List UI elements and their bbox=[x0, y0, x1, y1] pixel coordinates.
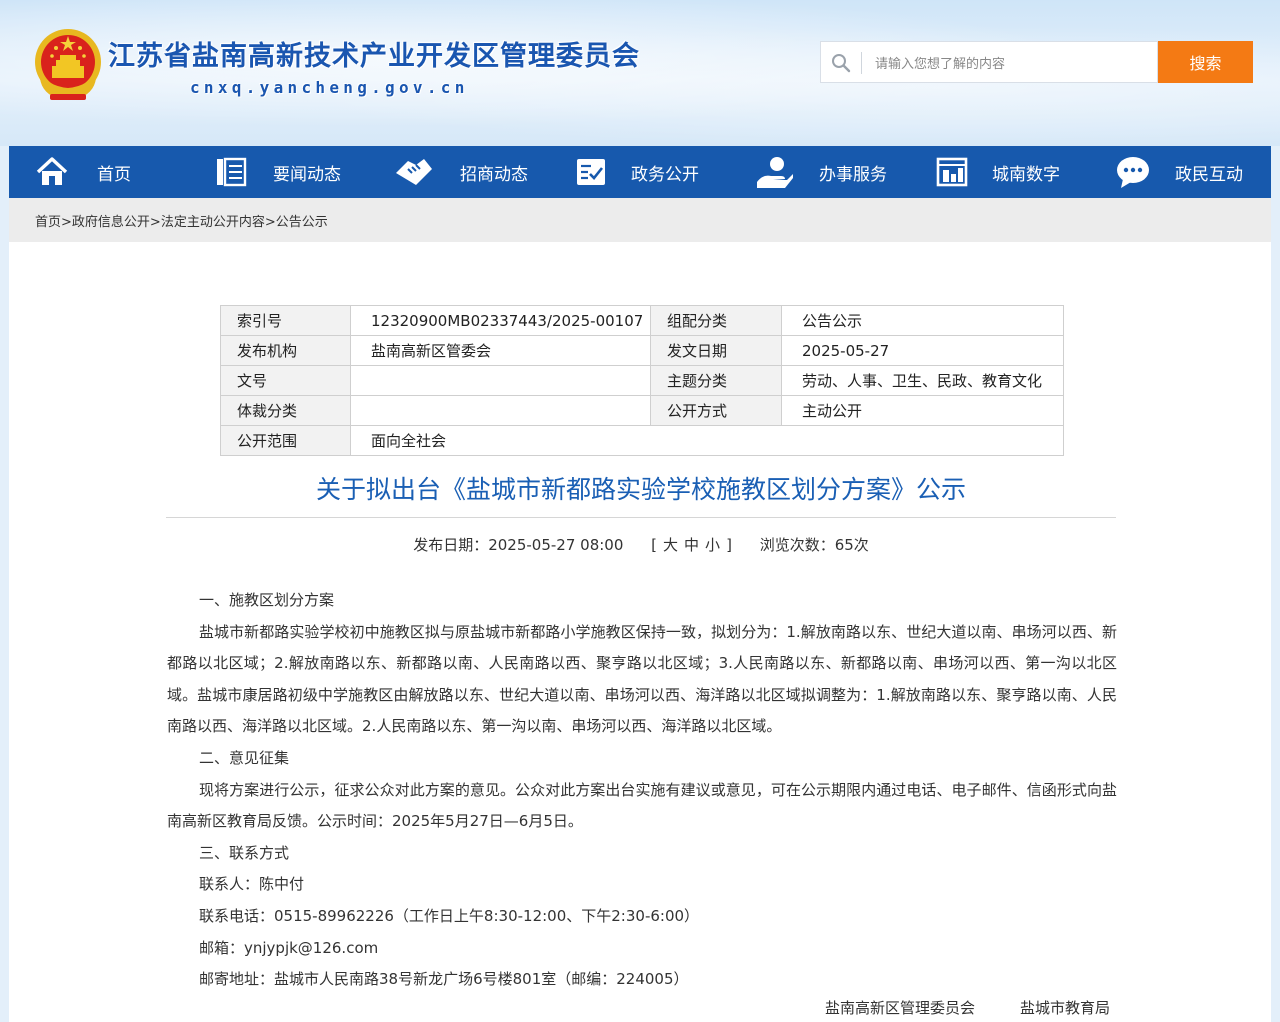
news-icon bbox=[215, 156, 247, 188]
nav-label-news: 要闻动态 bbox=[273, 164, 341, 185]
nav-item-digital[interactable]: 城南数字 bbox=[936, 146, 1060, 198]
scope-value: 面向全社会 bbox=[350, 425, 1064, 456]
font-medium-button[interactable]: 中 bbox=[684, 536, 699, 554]
search-icon bbox=[831, 53, 851, 73]
home-icon bbox=[35, 155, 69, 189]
issuer-value: 盐南高新区管委会 bbox=[350, 335, 651, 366]
font-bracket-open: [ bbox=[651, 536, 658, 554]
category-value: 公告公示 bbox=[781, 305, 1064, 336]
section-heading: 二、意见征集 bbox=[199, 748, 290, 767]
contact-phone: 联系电话：0515-89962226（工作日上午8:30-12:00、下午2:3… bbox=[199, 906, 700, 925]
nav-item-gov-affairs[interactable]: 政务公开 bbox=[575, 146, 699, 198]
meta-row: 发布机构 盐南高新区管委会 发文日期 2025-05-27 bbox=[220, 335, 1064, 366]
category-label: 组配分类 bbox=[650, 305, 782, 336]
service-hand-icon bbox=[755, 154, 795, 190]
breadcrumb-current[interactable]: 公告公示 bbox=[276, 211, 328, 230]
nav-label-home: 首页 bbox=[97, 164, 131, 185]
digital-city-icon bbox=[936, 156, 968, 188]
breadcrumb-gov-info[interactable]: 政府信息公开> bbox=[72, 211, 161, 230]
font-large-button[interactable]: 大 bbox=[663, 536, 678, 554]
search-divider bbox=[861, 52, 862, 74]
doc-no-label: 文号 bbox=[220, 365, 351, 396]
issue-date-label: 发文日期 bbox=[650, 335, 782, 366]
issue-date-value: 2025-05-27 bbox=[781, 335, 1064, 366]
nav-label-services: 办事服务 bbox=[819, 164, 887, 185]
scope-label: 公开范围 bbox=[220, 425, 351, 456]
nav-item-services[interactable]: 办事服务 bbox=[755, 146, 887, 198]
nav-item-interaction[interactable]: 政民互动 bbox=[1115, 146, 1243, 198]
contact-email: 邮箱：ynjypjk@126.com bbox=[199, 938, 379, 957]
paragraph: 盐城市新都路实验学校初中施教区拟与原盐城市新都路小学施教区保持一致，拟划分为：1… bbox=[167, 622, 1117, 736]
nav-item-home[interactable]: 首页 bbox=[35, 146, 131, 198]
section-heading: 三、联系方式 bbox=[199, 843, 290, 862]
breadcrumb: 首页> 政府信息公开> 法定主动公开内容> 公告公示 bbox=[9, 198, 1271, 242]
index-no-label: 索引号 bbox=[220, 305, 351, 336]
issuer-label: 发布机构 bbox=[220, 335, 351, 366]
nav-item-news[interactable]: 要闻动态 bbox=[215, 146, 341, 198]
nav-label-investment: 招商动态 bbox=[460, 164, 528, 185]
topic-label: 主题分类 bbox=[650, 365, 782, 396]
meta-row: 索引号 12320900MB02337443/2025-00107 组配分类 公… bbox=[220, 305, 1064, 336]
search-box bbox=[820, 41, 1158, 83]
font-bracket-close: ] bbox=[726, 536, 732, 554]
open-mode-value: 主动公开 bbox=[781, 395, 1064, 426]
view-count: 浏览次数：65次 bbox=[759, 536, 869, 554]
font-small-button[interactable]: 小 bbox=[705, 536, 720, 554]
contact-person: 联系人：陈中付 bbox=[199, 875, 305, 894]
meta-row: 文号 主题分类 劳动、人事、卫生、民政、教育文化 bbox=[220, 365, 1064, 396]
open-mode-label: 公开方式 bbox=[650, 395, 782, 426]
nav-label-interaction: 政民互动 bbox=[1175, 164, 1243, 185]
article-meta: 发布日期：2025-05-27 08:00 [ 大中小] 浏览次数：65次 bbox=[166, 534, 1116, 555]
doc-no-value bbox=[350, 365, 651, 396]
article-body: 一、施教区划分方案 盐城市新都路实验学校初中施教区拟与原盐城市新都路小学施教区保… bbox=[167, 585, 1117, 996]
index-no-value: 12320900MB02337443/2025-00107 bbox=[350, 305, 651, 336]
nav-label-digital: 城南数字 bbox=[992, 164, 1060, 185]
site-domain: cnxq.yancheng.gov.cn bbox=[190, 78, 469, 97]
main-navigation: 首页 要闻动态 招商动态 政务公开 办事服务 城南数字 政民互动 bbox=[9, 146, 1271, 198]
meta-row: 体裁分类 公开方式 主动公开 bbox=[220, 395, 1064, 426]
chat-icon bbox=[1115, 155, 1151, 189]
national-emblem-logo[interactable] bbox=[32, 26, 104, 104]
breadcrumb-home[interactable]: 首页> bbox=[35, 211, 72, 230]
article-title: 关于拟出台《盐城市新都路实验学校施教区划分方案》公示 bbox=[315, 475, 966, 504]
search-button[interactable]: 搜索 bbox=[1158, 41, 1253, 83]
site-title[interactable]: 江苏省盐南高新技术产业开发区管理委员会 bbox=[108, 34, 640, 73]
breadcrumb-statutory[interactable]: 法定主动公开内容> bbox=[161, 211, 276, 230]
topic-value: 劳动、人事、卫生、民政、教育文化 bbox=[781, 365, 1064, 396]
genre-label: 体裁分类 bbox=[220, 395, 351, 426]
nav-item-investment[interactable]: 招商动态 bbox=[394, 146, 528, 198]
section-heading: 一、施教区划分方案 bbox=[199, 591, 335, 609]
font-size-switcher: [ 大中小] bbox=[648, 536, 735, 554]
document-check-icon bbox=[575, 156, 607, 188]
info-meta-table: 索引号 12320900MB02337443/2025-00107 组配分类 公… bbox=[220, 305, 1064, 456]
nav-label-gov-affairs: 政务公开 bbox=[631, 164, 699, 185]
paragraph: 现将方案进行公示，征求公众对此方案的意见。公众对此方案出台实施有建议或意见，可在… bbox=[167, 780, 1117, 831]
contact-address: 邮寄地址：盐城市人民南路38号新龙广场6号楼801室（邮编：224005） bbox=[199, 970, 689, 989]
handshake-icon bbox=[394, 155, 434, 189]
meta-row: 公开范围 面向全社会 bbox=[220, 425, 1064, 456]
main-content: 索引号 12320900MB02337443/2025-00107 组配分类 公… bbox=[9, 242, 1271, 1022]
genre-value bbox=[350, 395, 651, 426]
publish-date: 发布日期：2025-05-27 08:00 bbox=[413, 536, 624, 554]
title-divider bbox=[166, 517, 1116, 518]
search-input[interactable] bbox=[873, 51, 1147, 77]
signature-education-bureau: 盐城市教育局 bbox=[1020, 999, 1111, 1017]
signature-committee: 盐南高新区管理委员会 bbox=[825, 999, 976, 1017]
